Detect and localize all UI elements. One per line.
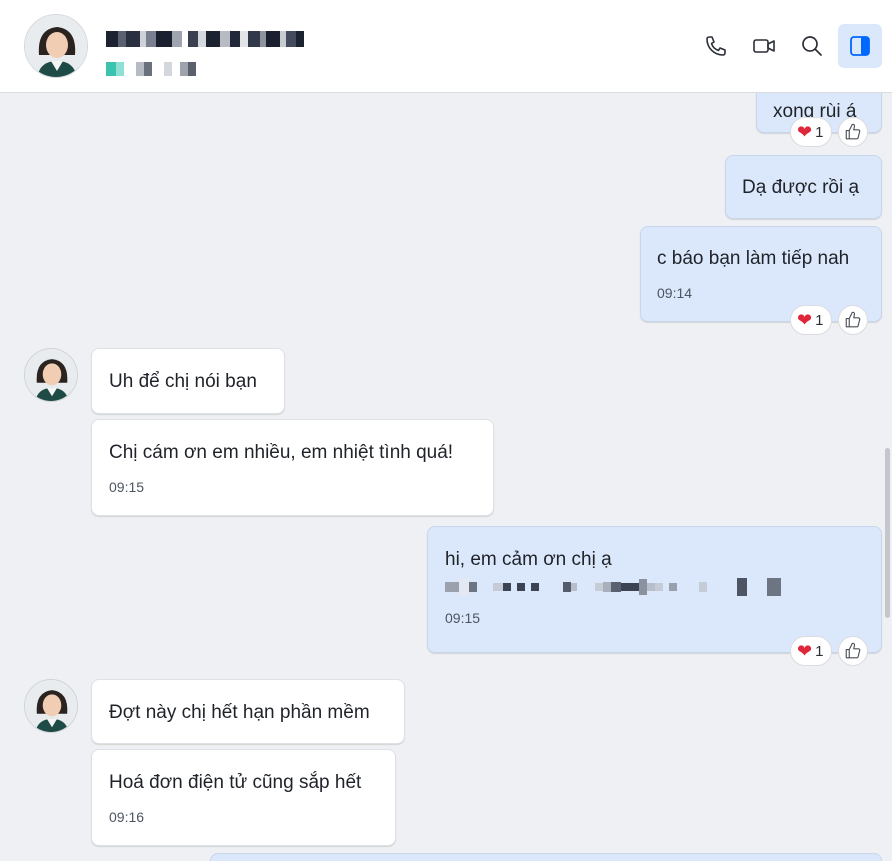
scrollbar-thumb[interactable] bbox=[885, 448, 890, 618]
contact-status-redacted bbox=[106, 62, 196, 76]
message-bubble-incoming[interactable]: Hoá đơn điện tử cũng sắp hết 09:16 bbox=[91, 749, 396, 846]
voice-call-button[interactable] bbox=[694, 24, 738, 68]
like-button[interactable] bbox=[838, 117, 869, 147]
message-time: 09:15 bbox=[445, 610, 481, 626]
message-bubble-incoming[interactable]: Đợt này chị hết hạn phần mềm bbox=[91, 679, 405, 744]
redacted-text bbox=[445, 578, 864, 596]
message-time: 09:16 bbox=[109, 809, 145, 825]
like-button[interactable] bbox=[838, 305, 869, 335]
message-text: c báo bạn làm tiếp nah bbox=[657, 248, 850, 269]
heart-icon: ❤ bbox=[797, 122, 813, 142]
reaction-count: 1 bbox=[815, 123, 824, 141]
thumbs-up-icon bbox=[846, 642, 861, 659]
message-reactions: ❤ 1 bbox=[790, 117, 869, 147]
search-button[interactable] bbox=[790, 24, 834, 68]
message-text: Hoá đơn điện tử cũng sắp hết bbox=[109, 772, 362, 793]
thumbs-up-icon bbox=[846, 123, 861, 140]
message-time: 09:15 bbox=[109, 479, 145, 495]
message-reactions: ❤ 1 bbox=[790, 636, 869, 666]
message-time: 09:14 bbox=[657, 285, 693, 301]
message-text: Chị cám ơn em nhiều, em nhiệt tình quá! bbox=[109, 442, 454, 463]
sender-avatar[interactable] bbox=[24, 348, 78, 402]
search-icon bbox=[802, 36, 822, 56]
message-bubble-outgoing[interactable]: Dạ được rồi ạ bbox=[725, 155, 882, 219]
reaction-count: 1 bbox=[815, 642, 824, 660]
message-reactions: ❤ 1 bbox=[790, 305, 869, 335]
message-list[interactable]: xong rùi á ❤ 1 Dạ được rồi ạ c báo bạn l… bbox=[0, 93, 892, 861]
video-call-button[interactable] bbox=[742, 24, 786, 68]
contact-avatar[interactable] bbox=[24, 14, 88, 78]
reaction-heart[interactable]: ❤ 1 bbox=[790, 117, 833, 147]
sender-avatar[interactable] bbox=[24, 679, 78, 733]
message-text: Đợt này chị hết hạn phần mềm bbox=[109, 702, 370, 723]
phone-icon bbox=[706, 36, 726, 56]
heart-icon: ❤ bbox=[797, 641, 813, 661]
reaction-count: 1 bbox=[815, 311, 824, 329]
message-bubble-incoming[interactable]: Chị cám ơn em nhiều, em nhiệt tình quá! … bbox=[91, 419, 494, 516]
chat-window: xong rùi á ❤ 1 Dạ được rồi ạ c báo bạn l… bbox=[0, 0, 892, 861]
sidebar-toggle-icon bbox=[850, 36, 870, 56]
thumbs-up-icon bbox=[846, 311, 861, 328]
message-text: hi, em cảm ơn chị ạ bbox=[445, 549, 612, 570]
header-actions bbox=[690, 24, 882, 68]
reaction-heart[interactable]: ❤ 1 bbox=[790, 305, 833, 335]
message-text: Dạ được rồi ạ bbox=[742, 177, 860, 198]
reaction-heart[interactable]: ❤ 1 bbox=[790, 636, 833, 666]
message-text: Uh để chị nói bạn bbox=[109, 371, 257, 392]
message-bubble-incoming[interactable]: Uh để chị nói bạn bbox=[91, 348, 285, 414]
conversation-info-toggle[interactable] bbox=[838, 24, 882, 68]
like-button[interactable] bbox=[838, 636, 869, 666]
video-icon bbox=[753, 39, 775, 53]
heart-icon: ❤ bbox=[797, 310, 813, 330]
chat-header bbox=[0, 0, 892, 93]
message-bubble-outgoing[interactable] bbox=[210, 853, 882, 861]
contact-name-redacted bbox=[106, 31, 304, 47]
message-bubble-outgoing[interactable]: hi, em cảm ơn chị ạ 09:15 bbox=[427, 526, 882, 653]
